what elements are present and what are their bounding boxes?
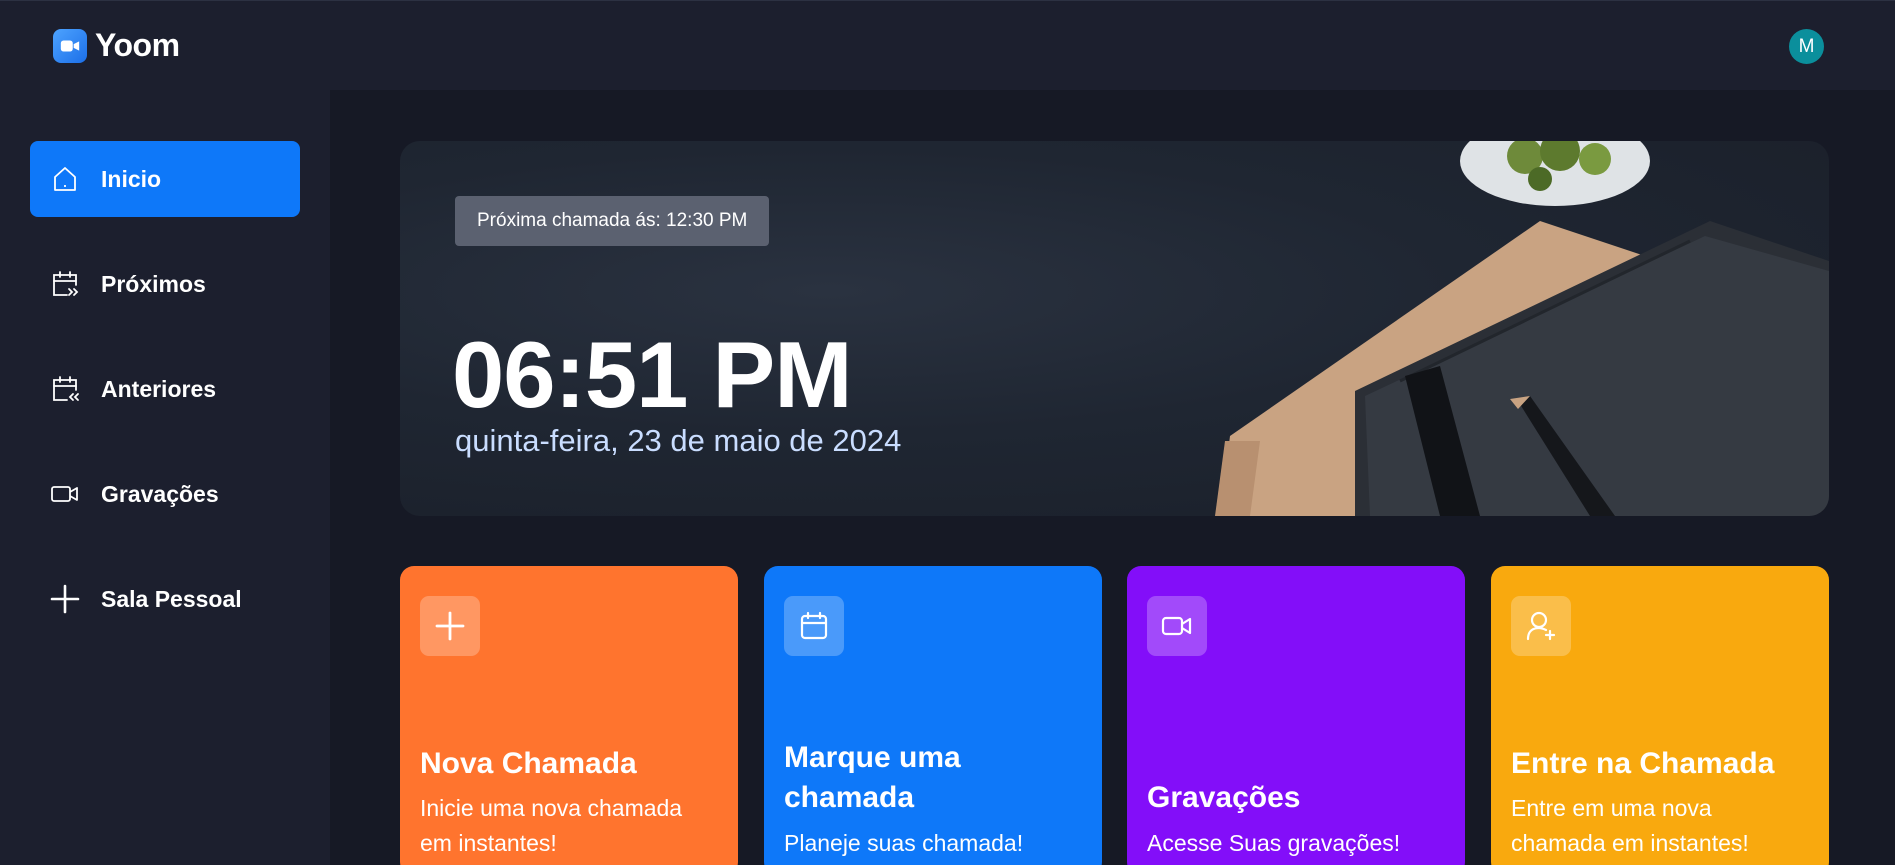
app-logo[interactable]: Yoom [53,27,180,64]
card-title: Nova Chamada [420,747,637,780]
sidebar: Inicio Próximos Anteriores Gravações Sal… [0,90,330,865]
sidebar-item-label: Gravações [101,480,219,507]
user-add-icon [1511,596,1571,656]
sidebar-item-anteriores[interactable]: Anteriores [30,351,300,427]
top-bar: Yoom M [0,0,1895,90]
card-title: Gravações [1147,781,1301,814]
home-icon [54,167,76,191]
plus-icon [420,596,480,656]
plus-icon [50,584,80,614]
video-icon [51,486,78,502]
video-camera-logo-icon [53,28,87,63]
sidebar-item-label: Inicio [101,165,162,192]
recordings-card[interactable]: Gravações Acesse Suas gravações! [1127,566,1465,865]
sidebar-item-label: Anteriores [101,375,217,402]
user-avatar[interactable]: M [1789,29,1824,64]
next-call-badge: Próxima chamada ás: 12:30 PM [455,196,770,246]
card-description: Acesse Suas gravações! [1147,830,1401,856]
sidebar-item-label: Próximos [101,270,206,297]
card-description: Entre em uma nova chamada em instantes! [1511,795,1749,856]
calendar-next-icon [53,271,79,296]
sidebar-item-label: Sala Pessoal [101,585,242,612]
video-icon [1147,596,1207,656]
schedule-call-card[interactable]: Marque uma chamada Planeje suas chamada! [764,566,1102,865]
card-description: Inicie uma nova chamada em instantes! [420,795,683,856]
sidebar-item-inicio[interactable]: Inicio [30,141,300,217]
sidebar-item-gravacoes[interactable]: Gravações [30,456,300,532]
sidebar-item-proximos[interactable]: Próximos [30,246,300,322]
new-call-card[interactable]: Nova Chamada Inicie uma nova chamada em … [400,566,738,865]
card-title: Marque uma chamada [784,741,961,814]
sidebar-item-sala-pessoal[interactable]: Sala Pessoal [30,561,300,637]
calendar-previous-icon [53,376,79,401]
hero-banner: Próxima chamada ás: 12:30 PM 06:51 PM qu… [400,141,1829,516]
app-name: Yoom [95,27,180,63]
join-call-card[interactable]: Entre na Chamada Entre em uma nova chama… [1491,566,1829,865]
current-date: quinta-feira, 23 de maio de 2024 [455,423,902,458]
calendar-icon [784,596,844,656]
card-description: Planeje suas chamada! [784,830,1024,856]
card-title: Entre na Chamada [1511,747,1775,780]
current-time: 06:51 PM [452,322,853,427]
